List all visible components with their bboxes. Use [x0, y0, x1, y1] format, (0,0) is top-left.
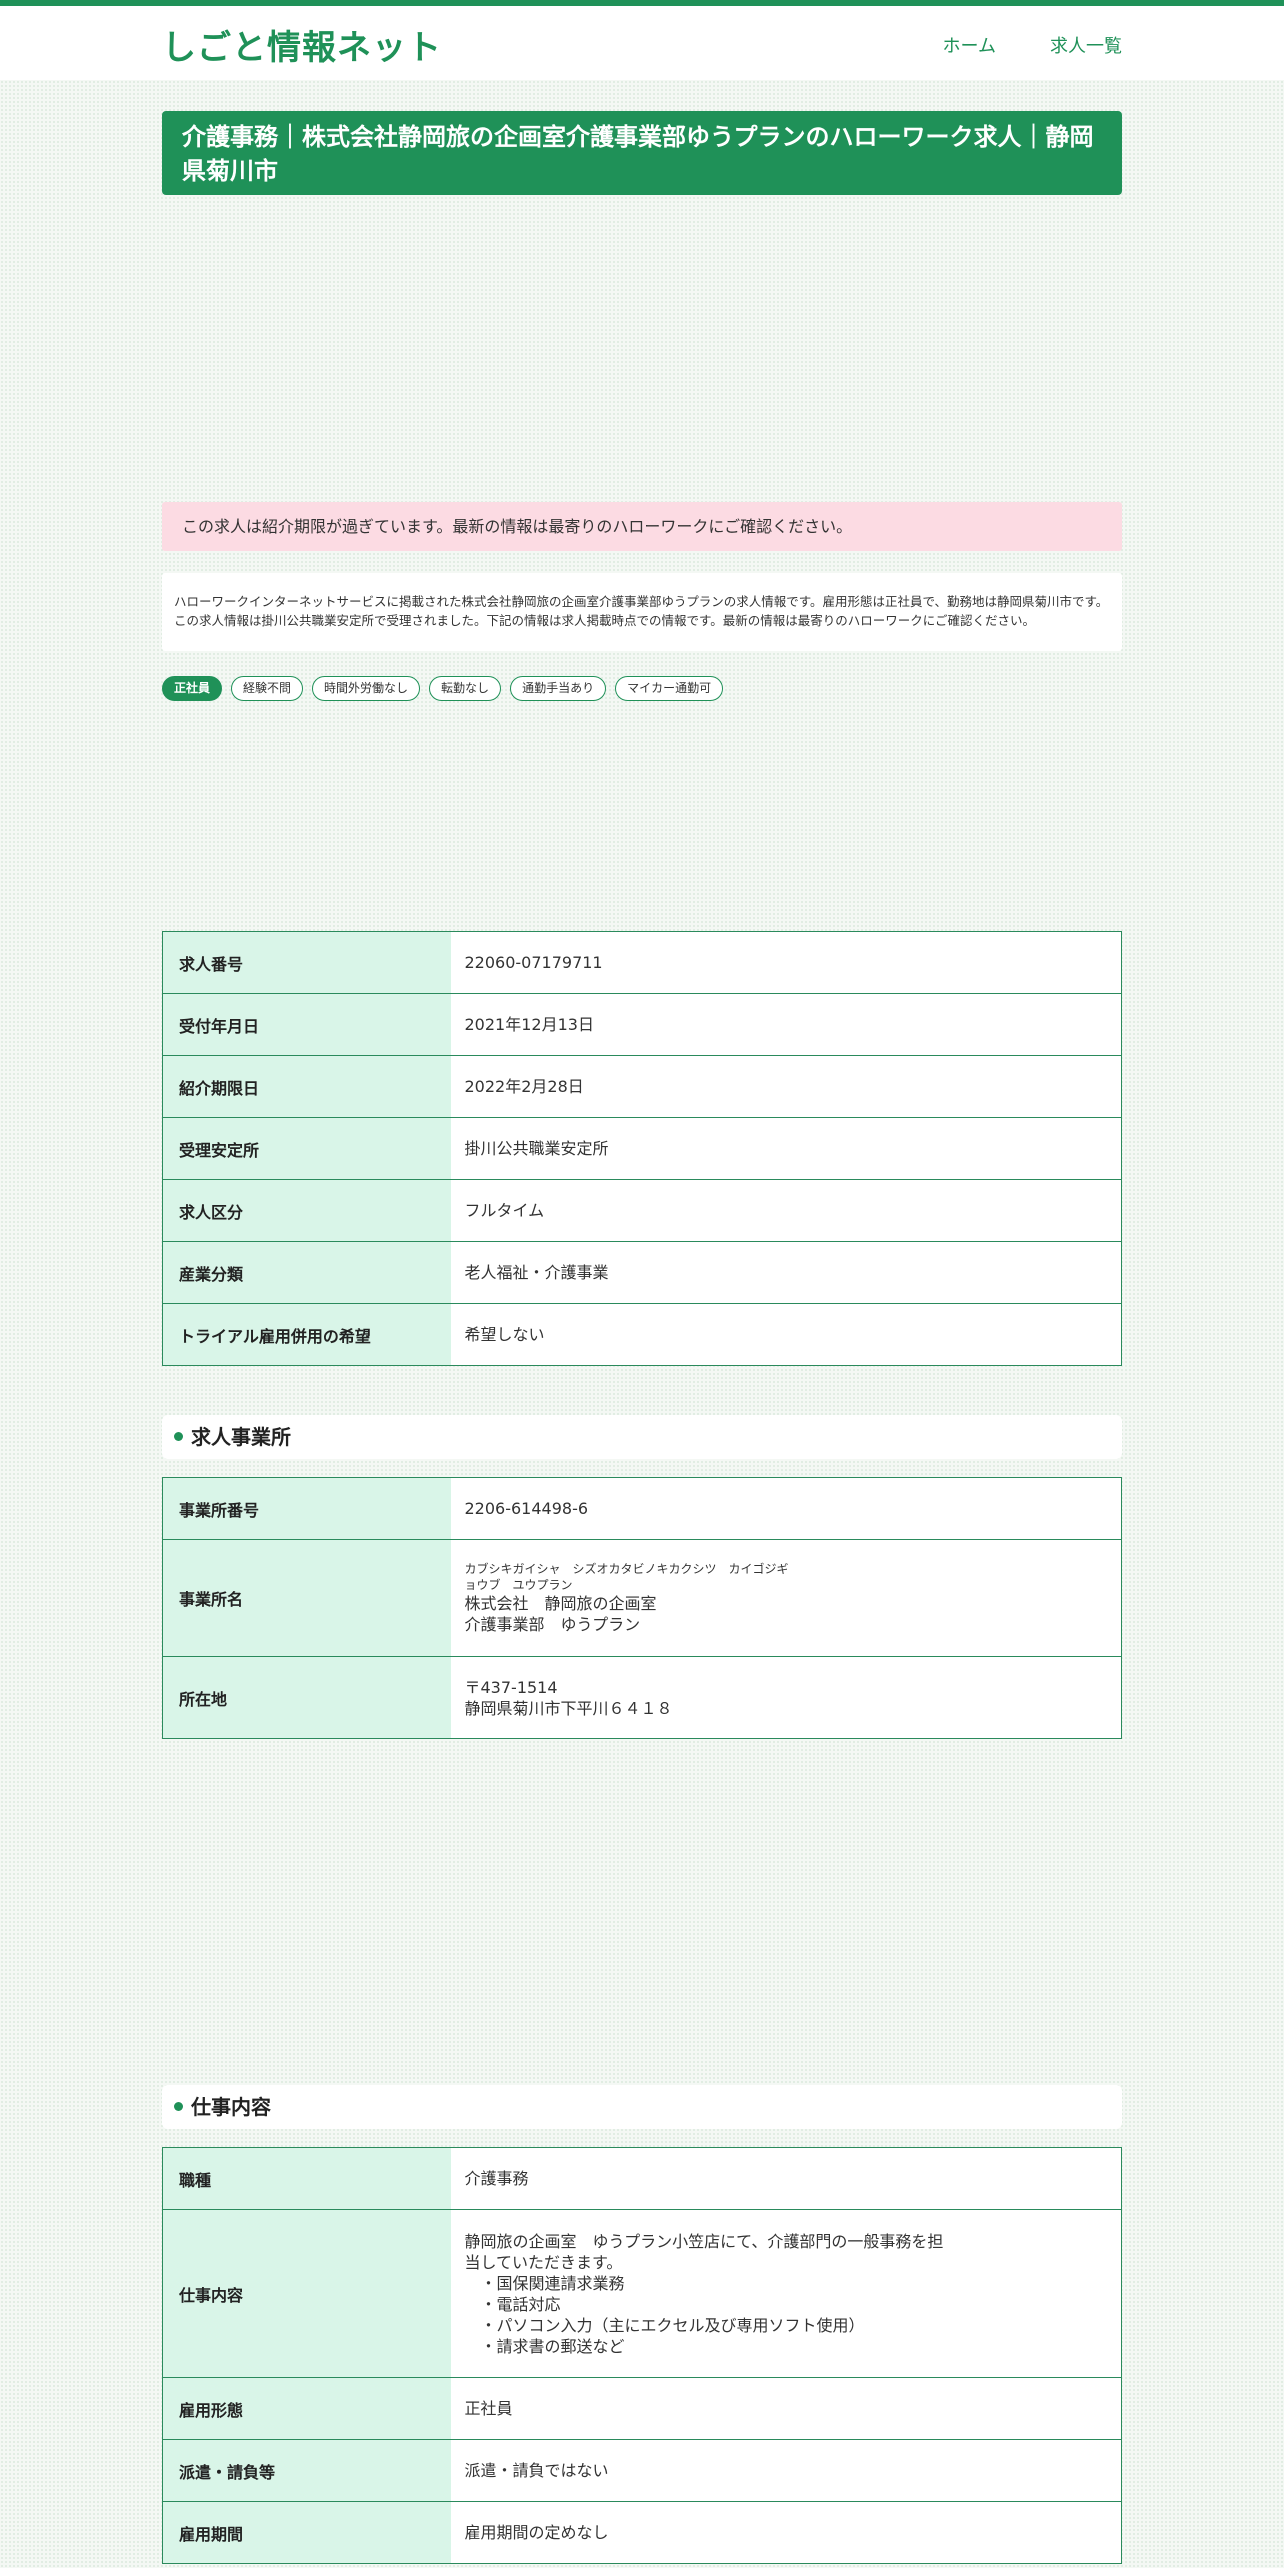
row-label: 事業所名 — [162, 1539, 451, 1657]
dispatch-status: 派遣・請負ではない — [450, 2439, 1122, 2502]
table-row: 所在地 〒437-1514 静岡県菊川市下平川６４１８ — [162, 1656, 1122, 1739]
row-label: 仕事内容 — [162, 2209, 451, 2378]
content-line: ・請求書の郵送など — [464, 2336, 625, 2356]
content-line: ・国保関連請求業務 — [464, 2273, 625, 2293]
table-row: 職種 介護事務 — [162, 2147, 1122, 2210]
main-nav: ホーム 求人一覧 — [943, 32, 1122, 58]
row-label: 所在地 — [162, 1656, 451, 1739]
office-section-title: 求人事業所 — [191, 1425, 291, 1449]
row-label: 雇用期間 — [162, 2501, 451, 2564]
office-name-cell: カブシキガイシャ シズオカタビノキカクシツ カイゴジギ ョウブ ユウプラン 株式… — [450, 1539, 1122, 1657]
tag-commute-allowance: 通勤手当あり — [510, 676, 607, 701]
site-header: しごと情報ネット ホーム 求人一覧 — [0, 6, 1284, 80]
office-division: 介護事業部 ゆうプラン — [464, 1615, 641, 1634]
job-description-summary: ハローワークインターネットサービスに掲載された株式会社静岡旅の企画室介護事業部ゆ… — [162, 573, 1122, 651]
office-name: 株式会社 静岡旅の企画室 — [464, 1594, 657, 1613]
table-row: 受付年月日 2021年12月13日 — [162, 993, 1122, 1056]
row-value: 老人福祉・介護事業 — [450, 1241, 1122, 1304]
page-title: 介護事務｜株式会社静岡旅の企画室介護事業部ゆうプランのハローワーク求人｜静岡県菊… — [162, 111, 1122, 195]
row-label: 職種 — [162, 2147, 451, 2210]
postal-code: 〒437-1514 — [464, 1677, 558, 1697]
row-label: 求人番号 — [162, 931, 451, 994]
row-value: フルタイム — [450, 1179, 1122, 1242]
table-row: 求人区分 フルタイム — [162, 1179, 1122, 1242]
tag-list: 正社員 経験不問 時間外労働なし 転勤なし 通勤手当あり マイカー通勤可 — [162, 676, 1122, 701]
bullet-dot-icon — [174, 1432, 183, 1441]
row-label: 受理安定所 — [162, 1117, 451, 1180]
nav-home-link[interactable]: ホーム — [943, 32, 996, 58]
job-section-heading: 仕事内容 — [162, 2085, 1122, 2129]
tag-overtime: 時間外労働なし — [312, 676, 421, 701]
office-number: 2206-614498-6 — [450, 1477, 1122, 1540]
content-line: ・電話対応 — [464, 2294, 561, 2314]
row-label: 求人区分 — [162, 1179, 451, 1242]
table-row: 仕事内容 静岡旅の企画室 ゆうプラン小笠店にて、介護部門の一般事務を担 当してい… — [162, 2209, 1122, 2378]
basic-info-table: 求人番号 22060-07179711 受付年月日 2021年12月13日 紹介… — [162, 931, 1122, 1366]
bullet-dot-icon — [174, 2102, 183, 2111]
employment-period: 雇用期間の定めなし — [450, 2501, 1122, 2564]
address: 静岡県菊川市下平川６４１８ — [464, 1698, 673, 1718]
row-label: 雇用形態 — [162, 2377, 451, 2440]
job-info-table: 職種 介護事務 仕事内容 静岡旅の企画室 ゆうプラン小笠店にて、介護部門の一般事… — [162, 2147, 1122, 2564]
row-label: 派遣・請負等 — [162, 2439, 451, 2502]
table-row: 求人番号 22060-07179711 — [162, 931, 1122, 994]
row-value: 希望しない — [450, 1303, 1122, 1366]
row-label: トライアル雇用併用の希望 — [162, 1303, 451, 1366]
job-section-title: 仕事内容 — [191, 2095, 271, 2119]
tag-experience: 経験不問 — [231, 676, 304, 701]
tag-employment-type: 正社員 — [162, 676, 223, 701]
job-content-cell: 静岡旅の企画室 ゆうプラン小笠店にて、介護部門の一般事務を担 当していただきます… — [450, 2209, 1122, 2378]
table-row: 受理安定所 掛川公共職業安定所 — [162, 1117, 1122, 1180]
tag-transfer: 転勤なし — [429, 676, 502, 701]
row-label: 紹介期限日 — [162, 1055, 451, 1118]
row-value: 2021年12月13日 — [450, 993, 1122, 1056]
table-row: 事業所番号 2206-614498-6 — [162, 1477, 1122, 1540]
office-name-kana: ョウブ ユウプラン — [464, 1578, 573, 1592]
row-value: 22060-07179711 — [450, 931, 1122, 994]
table-row: 産業分類 老人福祉・介護事業 — [162, 1241, 1122, 1304]
content-line: 当していただきます。 — [464, 2252, 623, 2272]
row-label: 産業分類 — [162, 1241, 451, 1304]
expired-alert: この求人は紹介期限が過ぎています。最新の情報は最寄りのハローワークにご確認くださ… — [162, 502, 1122, 551]
content-line: ・パソコン入力（主にエクセル及び専用ソフト使用） — [464, 2315, 865, 2335]
office-info-table: 事業所番号 2206-614498-6 事業所名 カブシキガイシャ シズオカタビ… — [162, 1477, 1122, 1739]
office-name-kana: カブシキガイシャ シズオカタビノキカクシツ カイゴジギ — [464, 1562, 789, 1576]
row-value: 掛川公共職業安定所 — [450, 1117, 1122, 1180]
office-address-cell: 〒437-1514 静岡県菊川市下平川６４１８ — [450, 1656, 1122, 1739]
row-label: 事業所番号 — [162, 1477, 451, 1540]
occupation: 介護事務 — [450, 2147, 1122, 2210]
nav-jobs-link[interactable]: 求人一覧 — [1050, 32, 1122, 58]
employment-type: 正社員 — [450, 2377, 1122, 2440]
content-line: 静岡旅の企画室 ゆうプラン小笠店にて、介護部門の一般事務を担 — [464, 2231, 944, 2251]
table-row: 事業所名 カブシキガイシャ シズオカタビノキカクシツ カイゴジギ ョウブ ユウプ… — [162, 1539, 1122, 1657]
site-logo[interactable]: しごと情報ネット — [162, 20, 442, 69]
row-label: 受付年月日 — [162, 993, 451, 1056]
tag-car-commute: マイカー通勤可 — [615, 676, 724, 701]
table-row: トライアル雇用併用の希望 希望しない — [162, 1303, 1122, 1366]
table-row: 雇用形態 正社員 — [162, 2377, 1122, 2440]
office-section-heading: 求人事業所 — [162, 1415, 1122, 1459]
table-row: 派遣・請負等 派遣・請負ではない — [162, 2439, 1122, 2502]
table-row: 雇用期間 雇用期間の定めなし — [162, 2501, 1122, 2564]
row-value: 2022年2月28日 — [450, 1055, 1122, 1118]
table-row: 紹介期限日 2022年2月28日 — [162, 1055, 1122, 1118]
